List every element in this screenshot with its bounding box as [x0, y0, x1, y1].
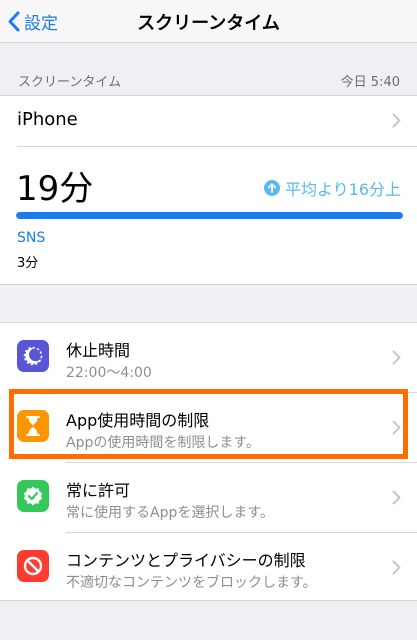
summary-section-header: スクリーンタイム 今日 5:40 [0, 64, 417, 94]
app-limits-row[interactable]: App使用時間の制限 Appの使用時間を制限します。 [0, 393, 417, 462]
row-subtitle: 常に使用するAppを選択します。 [66, 505, 274, 521]
row-subtitle: Appの使用時間を制限します。 [66, 435, 260, 451]
device-name: iPhone [17, 109, 78, 130]
downtime-icon [23, 346, 43, 366]
average-comparison: 平均より16分上 [263, 176, 401, 200]
settings-card: 休止時間 22:00〜4:00 App使用時間の制限 Appの使用時間を制限しま… [0, 322, 417, 601]
settings-icon-box [17, 340, 49, 372]
page-title: スクリーンタイム [137, 13, 280, 34]
chevron-right-icon [392, 420, 401, 435]
content-privacy-row[interactable]: コンテンツとプライバシーの制限 不適切なコンテンツをブロックします。 [0, 533, 417, 602]
section-header-label: スクリーンタイム [18, 75, 122, 90]
section-header-timestamp: 今日 5:40 [340, 75, 400, 90]
settings-icon-box [17, 480, 49, 512]
settings-icon-box [17, 550, 49, 582]
category-time: 3分 [17, 256, 39, 271]
comparison-text: 平均より16分上 [284, 180, 401, 199]
usage-bar [16, 212, 403, 219]
hourglass-icon [26, 416, 40, 436]
total-screen-time: 19分 [16, 169, 94, 209]
chevron-right-icon [392, 350, 401, 365]
chevron-right-icon [392, 113, 401, 128]
arrow-up-circle-icon [263, 180, 280, 196]
divider [17, 146, 417, 147]
chevron-right-icon [392, 560, 401, 575]
device-row[interactable]: iPhone [0, 96, 417, 146]
row-title: 常に許可 [66, 481, 131, 500]
usage-bar-fill [16, 212, 403, 219]
chevron-right-icon [392, 490, 401, 505]
category-name: SNS [17, 230, 46, 246]
row-title: App使用時間の制限 [66, 411, 210, 430]
row-title: コンテンツとプライバシーの制限 [66, 551, 306, 570]
downtime-row[interactable]: 休止時間 22:00〜4:00 [0, 323, 417, 392]
navigation-bar: 設定 スクリーンタイム [0, 0, 417, 43]
row-title: 休止時間 [66, 341, 131, 360]
checkmark-badge-icon [23, 486, 43, 506]
row-subtitle: 22:00〜4:00 [66, 365, 152, 381]
always-allowed-row[interactable]: 常に許可 常に使用するAppを選択します。 [0, 463, 417, 532]
settings-icon-box [17, 410, 49, 442]
usage-summary-card: iPhone 19分 平均より16分上 SNS 3分 [0, 95, 417, 285]
row-subtitle: 不適切なコンテンツをブロックします。 [66, 575, 317, 591]
restriction-icon [23, 556, 43, 576]
